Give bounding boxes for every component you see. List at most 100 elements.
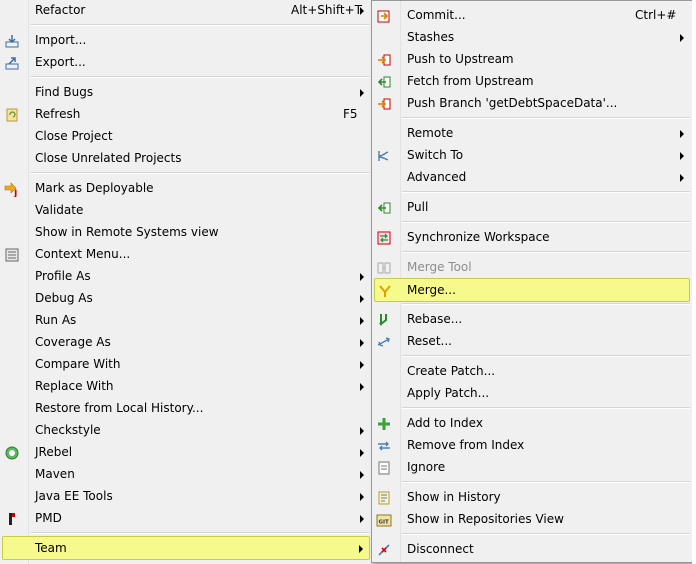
menu-item-close-project[interactable]: Close Project [2,126,370,148]
menu-item-label: Push to Upstream [407,52,514,66]
menu-item-label: Refactor [35,3,86,17]
menu-item-label: Remote [407,126,454,140]
pmd-icon [4,511,20,527]
submenu-arrow-icon [360,295,364,303]
menu-item-ignore[interactable]: Ignore [374,457,690,479]
menu-item-label: Mark as Deployable [35,181,154,195]
menu-item-advanced[interactable]: Advanced [374,167,690,189]
menu-item-reset[interactable]: Reset... [374,331,690,353]
history-icon [376,490,392,506]
menu-item-label: Validate [35,203,84,217]
jrebel-icon [4,445,20,461]
context-menu-icon [4,247,20,263]
submenu-arrow-icon [360,339,364,347]
menu-item-merge[interactable]: Merge... [374,278,690,302]
menu-item-fetch-from-upstream[interactable]: Fetch from Upstream [374,71,690,93]
menu-item-restore-from-local-history[interactable]: Restore from Local History... [2,398,370,420]
menu-item-label: Close Unrelated Projects [35,151,182,165]
disconnect-icon [376,542,392,558]
menu-item-validate[interactable]: Validate [2,200,370,222]
menu-item-label: Rebase... [407,312,463,326]
menu-separator [402,191,690,193]
menu-item-switch-to[interactable]: Switch To [374,145,690,167]
menu-item-stashes[interactable]: Stashes [374,27,690,49]
menu-item-label: Reset... [407,334,452,348]
menu-item-import[interactable]: Import... [2,30,370,52]
menu-item-label: Context Menu... [35,247,131,261]
menu-item-find-bugs[interactable]: Find Bugs [2,82,370,104]
project-context-menu: Refactor Alt+Shift+T Import... Export...… [0,0,372,564]
rebase-icon [376,312,392,328]
menu-item-pull[interactable]: Pull [374,197,690,219]
menu-item-mark-as-deployable[interactable]: J Mark as Deployable [2,178,370,200]
submenu-arrow-icon [360,515,364,523]
menu-item-profile-as[interactable]: Profile As [2,266,370,288]
menu-item-show-in-history[interactable]: Show in History [374,487,690,509]
submenu-arrow-icon [680,152,684,160]
menu-item-checkstyle[interactable]: Checkstyle [2,420,370,442]
push-icon [376,52,392,68]
commit-icon [376,8,392,24]
menu-item-label: Refresh [35,107,81,121]
menu-item-label: Replace With [35,379,114,393]
menu-item-apply-patch[interactable]: Apply Patch... [374,383,690,405]
menu-item-disconnect[interactable]: Disconnect [374,539,690,561]
submenu-arrow-icon [360,317,364,325]
menu-item-push-branch[interactable]: Push Branch 'getDebtSpaceData'... [374,93,690,115]
submenu-arrow-icon [360,383,364,391]
menu-item-label: Show in Repositories View [407,512,564,526]
menu-item-push-to-upstream[interactable]: Push to Upstream [374,49,690,71]
menu-item-replace-with[interactable]: Replace With [2,376,370,398]
menu-item-jrebel[interactable]: JRebel [2,442,370,464]
menu-item-java-ee-tools[interactable]: Java EE Tools [2,486,370,508]
menu-item-refresh[interactable]: Refresh F5 [2,104,370,126]
submenu-arrow-icon [360,361,364,369]
menu-item-refactor[interactable]: Refactor Alt+Shift+T [2,0,370,22]
menu-item-label: JRebel [35,445,73,459]
pull-icon [376,200,392,216]
menu-item-context-menu[interactable]: Context Menu... [2,244,370,266]
menu-item-export[interactable]: Export... [2,52,370,74]
menu-separator [402,117,690,119]
menu-item-shortcut: Ctrl+# [635,8,677,22]
menu-item-label: Disconnect [407,542,474,556]
menu-item-remote[interactable]: Remote [374,123,690,145]
push-branch-icon [376,96,392,112]
menu-item-label: Maven [35,467,75,481]
menu-item-label: Checkstyle [35,423,101,437]
import-icon [4,33,20,49]
menu-item-rebase[interactable]: Rebase... [374,309,690,331]
menu-item-remove-from-index[interactable]: Remove from Index [374,435,690,457]
menu-item-create-patch[interactable]: Create Patch... [374,361,690,383]
menu-item-coverage-as[interactable]: Coverage As [2,332,370,354]
menu-item-debug-as[interactable]: Debug As [2,288,370,310]
submenu-arrow-icon [680,174,684,182]
menu-item-compare-with[interactable]: Compare With [2,354,370,376]
menu-item-show-in-repositories-view[interactable]: GIT Show in Repositories View [374,509,690,531]
menu-item-add-to-index[interactable]: Add to Index [374,413,690,435]
menu-item-label: Switch To [407,148,464,162]
switch-branch-icon [376,148,392,164]
menu-item-label: Close Project [35,129,113,143]
menu-item-show-in-remote-systems-view[interactable]: Show in Remote Systems view [2,222,370,244]
menu-item-label: Stashes [407,30,455,44]
refresh-icon [4,107,20,123]
menu-item-label: PMD [35,511,62,525]
submenu-arrow-icon [360,7,364,15]
submenu-arrow-icon [680,34,684,42]
menu-item-synchronize-workspace[interactable]: Synchronize Workspace [374,227,690,249]
submenu-arrow-icon [360,427,364,435]
submenu-arrow-icon [360,449,364,457]
menu-item-label: Merge Tool [407,260,472,274]
menu-item-merge-tool[interactable]: Merge Tool [374,257,690,279]
menu-item-team[interactable]: Team [2,536,370,560]
menu-item-shortcut: F5 [343,107,358,121]
svg-text:J: J [13,189,17,197]
menu-item-close-unrelated-projects[interactable]: Close Unrelated Projects [2,148,370,170]
menu-item-run-as[interactable]: Run As [2,310,370,332]
submenu-arrow-icon [359,545,363,553]
background-window-edge [692,0,696,564]
menu-item-commit[interactable]: Commit... Ctrl+# [374,5,690,27]
menu-item-pmd[interactable]: PMD [2,508,370,530]
menu-item-maven[interactable]: Maven [2,464,370,486]
